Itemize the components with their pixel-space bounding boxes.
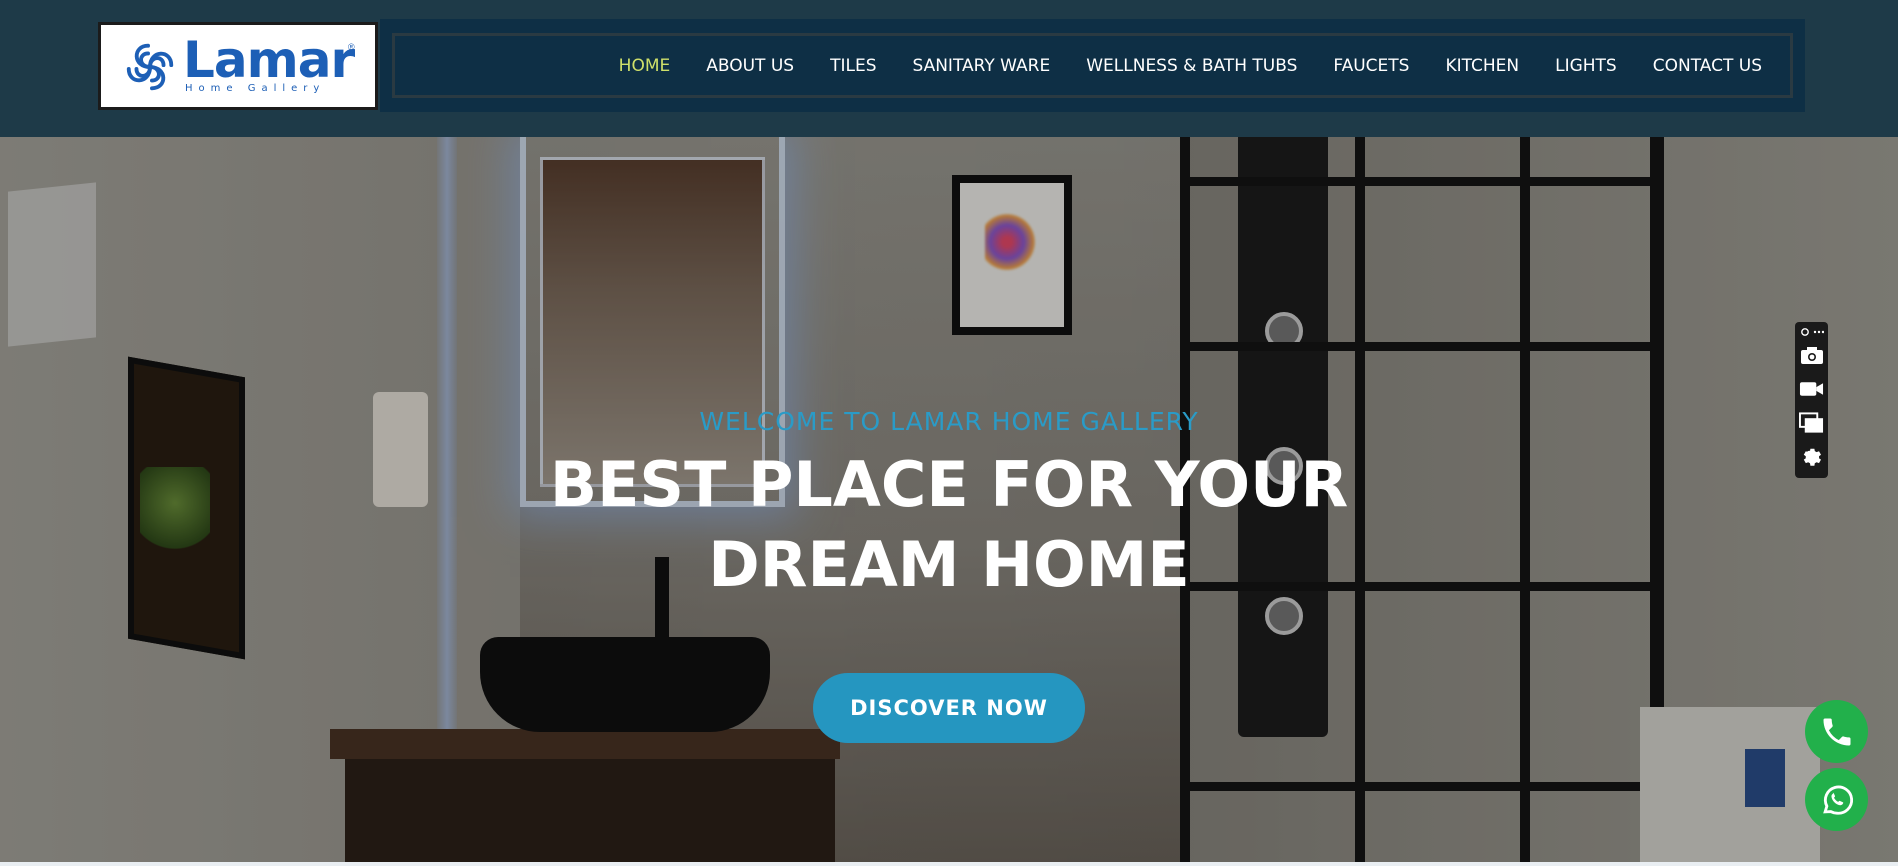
logo-tagline: Home Gallery (185, 83, 326, 94)
logo-swirl-icon (126, 43, 174, 91)
logo-wordmark: Lamar (183, 31, 355, 89)
nav-item-home[interactable]: HOME (619, 56, 671, 76)
hero-kicker: WELCOME TO LAMAR HOME GALLERY (699, 407, 1199, 436)
nav-item-faucets[interactable]: FAUCETS (1333, 56, 1409, 76)
phone-call-button[interactable] (1805, 700, 1868, 763)
hero-section: WELCOME TO LAMAR HOME GALLERY BEST PLACE… (0, 137, 1898, 862)
phone-icon (1823, 718, 1850, 745)
settings-icon[interactable] (1799, 444, 1824, 469)
nav-item-lights[interactable]: LIGHTS (1555, 56, 1617, 76)
nav-item-kitchen[interactable]: KITCHEN (1445, 56, 1519, 76)
page-bottom-edge (0, 862, 1898, 866)
discover-now-button[interactable]: DISCOVER NOW (813, 673, 1085, 743)
nav-item-contact-us[interactable]: CONTACT US (1653, 56, 1762, 76)
nav-item-wellness-bath-tubs[interactable]: WELLNESS & BATH TUBS (1086, 56, 1297, 76)
camera-icon[interactable] (1799, 342, 1824, 367)
windows-icon[interactable] (1799, 410, 1824, 435)
nav-item-sanitary-ware[interactable]: SANITARY WARE (912, 56, 1050, 76)
nav-item-about-us[interactable]: ABOUT US (706, 56, 794, 76)
whatsapp-icon (1822, 785, 1853, 815)
side-toolbar (1795, 322, 1828, 478)
logo-registered-mark: ® (348, 42, 355, 52)
link-more-icon[interactable] (1799, 324, 1824, 340)
nav-list: HOME ABOUT US TILES SANITARY WARE WELLNE… (583, 36, 1762, 95)
video-icon[interactable] (1799, 376, 1824, 401)
hero-title: BEST PLACE FOR YOUR DREAM HOME (0, 445, 1898, 605)
site-logo[interactable]: Lamar ® Home Gallery (98, 22, 378, 110)
main-nav: HOME ABOUT US TILES SANITARY WARE WELLNE… (380, 19, 1805, 112)
hero-content: WELCOME TO LAMAR HOME GALLERY BEST PLACE… (0, 137, 1898, 862)
hero-title-line-2: DREAM HOME (708, 528, 1190, 601)
site-header: Lamar ® Home Gallery HOME ABOUT US TILES… (0, 0, 1898, 137)
main-nav-frame: HOME ABOUT US TILES SANITARY WARE WELLNE… (392, 33, 1793, 98)
whatsapp-button[interactable] (1805, 768, 1868, 831)
nav-item-tiles[interactable]: TILES (830, 56, 876, 76)
hero-title-line-1: BEST PLACE FOR YOUR (549, 448, 1349, 521)
